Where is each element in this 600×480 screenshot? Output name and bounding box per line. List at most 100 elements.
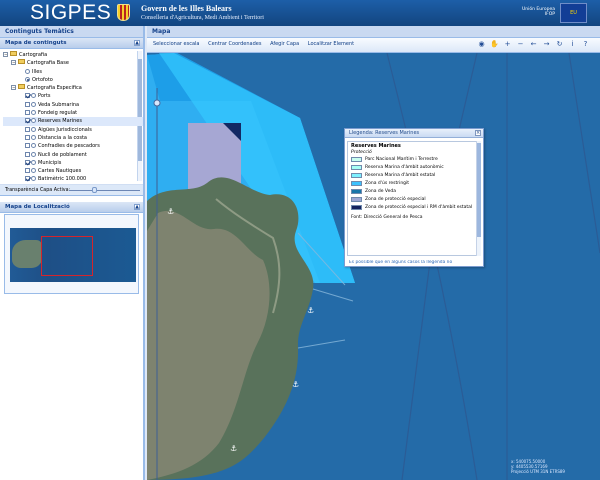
tree-expander-icon[interactable]: − <box>3 52 8 57</box>
layer-tree-item[interactable]: Confradies de pescadors <box>3 142 143 150</box>
legend-close-button[interactable]: × <box>475 130 481 136</box>
collapse-locator-button[interactable]: ▲ <box>134 204 140 210</box>
layer-visibility-checkbox[interactable] <box>25 151 30 157</box>
layer-tree-item[interactable]: Distancia a la costa <box>3 134 143 142</box>
legend-item-label: Zona d'ús restringit <box>365 181 410 186</box>
layer-tree-item[interactable]: Municipis <box>3 159 143 167</box>
layer-visibility-checkbox[interactable] <box>25 101 30 107</box>
transparency-slider-track[interactable] <box>69 190 140 191</box>
layer-visibility-checkbox[interactable] <box>25 143 30 149</box>
layer-tree-item[interactable]: − Cartografia <box>3 51 143 59</box>
locator-panel-header[interactable]: Mapa de Localització ▲ <box>0 202 143 213</box>
legend-color-swatch <box>351 197 362 202</box>
layer-tree-item[interactable]: Illes <box>3 68 143 76</box>
layer-visibility-checkbox[interactable] <box>25 176 30 182</box>
government-name: Govern de les Illes Balears <box>141 4 232 13</box>
layer-tree-item[interactable]: Ortofoto <box>3 76 143 84</box>
basemap-radio[interactable] <box>25 68 30 74</box>
app-header: SIGPES Govern de les Illes Balears Conse… <box>0 0 600 26</box>
tree-expander-icon[interactable]: − <box>11 60 16 66</box>
layer-visibility-checkbox[interactable] <box>25 134 30 140</box>
legend-scrollbar[interactable] <box>476 141 481 256</box>
center-coordinates-button[interactable]: Centrar Coordenades <box>208 41 261 47</box>
active-layer-radio[interactable] <box>31 168 36 174</box>
locator-panel-title: Mapa de Localització <box>5 204 70 210</box>
transparency-slider-thumb[interactable] <box>92 187 97 193</box>
refresh-icon[interactable]: ↻ <box>555 40 564 49</box>
active-layer-radio[interactable] <box>31 101 36 107</box>
folder-icon <box>18 84 25 90</box>
basemap-radio[interactable] <box>25 76 30 82</box>
tree-expander-icon[interactable]: − <box>11 85 16 91</box>
legend-item: Zona de protecció especial <box>351 197 473 204</box>
port-marker-icon: ⚓ <box>167 207 174 216</box>
legend-item-label: Zona de protecció especial i RM d'àmbit … <box>365 205 473 210</box>
globe-icon[interactable]: ◉ <box>477 40 486 49</box>
layer-tree-item[interactable]: Veda Submarina <box>3 101 143 109</box>
legend-item-label: Reserva Marina d'àmbit estatal <box>365 173 436 178</box>
app-logo-title: SIGPES <box>30 1 112 24</box>
select-scale-button[interactable]: Seleccionar escala <box>153 41 200 47</box>
info-icon[interactable]: i <box>568 40 577 49</box>
folder-icon <box>18 59 25 65</box>
zoom-in-icon[interactable]: + <box>503 40 512 49</box>
layers-panel-title: Mapa de continguts <box>5 40 67 46</box>
back-icon[interactable]: ← <box>529 40 538 49</box>
legend-color-swatch <box>351 165 362 170</box>
layer-visibility-checkbox[interactable] <box>25 110 30 116</box>
active-layer-radio[interactable] <box>31 126 36 132</box>
layer-label: Illes <box>32 68 42 75</box>
layer-tree-item[interactable]: − Cartografia Base <box>3 59 143 67</box>
active-layer-radio[interactable] <box>31 118 36 124</box>
hand-icon[interactable]: ✋ <box>490 40 499 49</box>
layer-label: Distancia a la costa <box>38 134 87 141</box>
active-layer-radio[interactable] <box>31 93 36 99</box>
layer-tree-item[interactable]: − Cartografia Especifica <box>3 84 143 92</box>
port-marker-icon-south: ⚓ <box>292 380 299 389</box>
layer-tree-item[interactable]: Cartes Nautiques <box>3 167 143 175</box>
active-layer-radio[interactable] <box>31 159 36 165</box>
layer-visibility-checkbox[interactable] <box>25 118 30 124</box>
forward-icon[interactable]: → <box>542 40 551 49</box>
active-layer-radio[interactable] <box>31 110 36 116</box>
active-layer-radio[interactable] <box>31 176 36 182</box>
coordinate-readout: x: 540075.50000 y: 4405530.57169 Projecc… <box>511 459 591 474</box>
add-layer-button[interactable]: Afegir Capa <box>270 41 299 47</box>
layers-panel-header[interactable]: Mapa de continguts ▲ <box>0 38 143 49</box>
layer-visibility-checkbox[interactable] <box>25 126 30 132</box>
legend-window[interactable]: Llegenda: Reserves Marines × Reserves Ma… <box>344 128 484 267</box>
layer-tree-item[interactable]: Fondeig regulat <box>3 109 143 117</box>
collapse-layers-button[interactable]: ▲ <box>134 40 140 46</box>
eu-fund-text: IFOP <box>544 12 555 17</box>
active-layer-radio[interactable] <box>31 143 36 149</box>
layer-visibility-checkbox[interactable] <box>25 159 30 165</box>
layer-tree-item[interactable]: Ports <box>3 92 143 100</box>
transparency-control: Transparència Capa Activa: <box>0 185 143 196</box>
zoom-out-icon[interactable]: − <box>516 40 525 49</box>
layer-label: Confradies de pescadors <box>38 143 100 150</box>
active-layer-radio[interactable] <box>31 151 36 157</box>
legend-subheading: Protecció <box>351 150 372 155</box>
department-name: Conselleria d'Agricultura, Medi Ambient … <box>141 15 264 21</box>
legend-scroll-thumb[interactable] <box>477 143 481 237</box>
locator-viewport-box[interactable] <box>41 236 93 276</box>
layer-visibility-checkbox[interactable] <box>25 93 30 99</box>
locate-element-button[interactable]: Localitzar Element <box>308 41 354 47</box>
active-layer-radio[interactable] <box>31 134 36 140</box>
locator-map[interactable] <box>4 214 139 294</box>
help-icon[interactable]: ? <box>581 40 590 49</box>
zoom-scale-handle[interactable] <box>153 99 161 107</box>
layer-tree-item[interactable]: Nucli de poblament <box>3 151 143 159</box>
layer-label: Municipis <box>38 159 62 166</box>
layer-tree-item[interactable]: Reserves Marines <box>3 117 143 126</box>
sidebar-title: Continguts Temàtics <box>0 26 143 38</box>
layer-label: Cartografia <box>19 52 48 58</box>
layer-tree-item[interactable]: Batimètric 100.000 <box>3 175 143 183</box>
layer-visibility-checkbox[interactable] <box>25 168 30 174</box>
layer-tree-item[interactable]: Aigües Jurisdiccionals <box>3 126 143 134</box>
layer-label: Cartografia Especifica <box>27 85 82 92</box>
map-canvas[interactable]: ⚓ ⚓ ⚓ ⚓ Llegenda: Reserves Marines × Res… <box>147 53 600 480</box>
map-panel: Mapa Seleccionar escala Centrar Coordena… <box>147 26 600 480</box>
legend-item: Reserva Marina d'àmbit autonòmic <box>351 165 473 172</box>
legend-window-title[interactable]: Llegenda: Reserves Marines × <box>345 129 483 138</box>
